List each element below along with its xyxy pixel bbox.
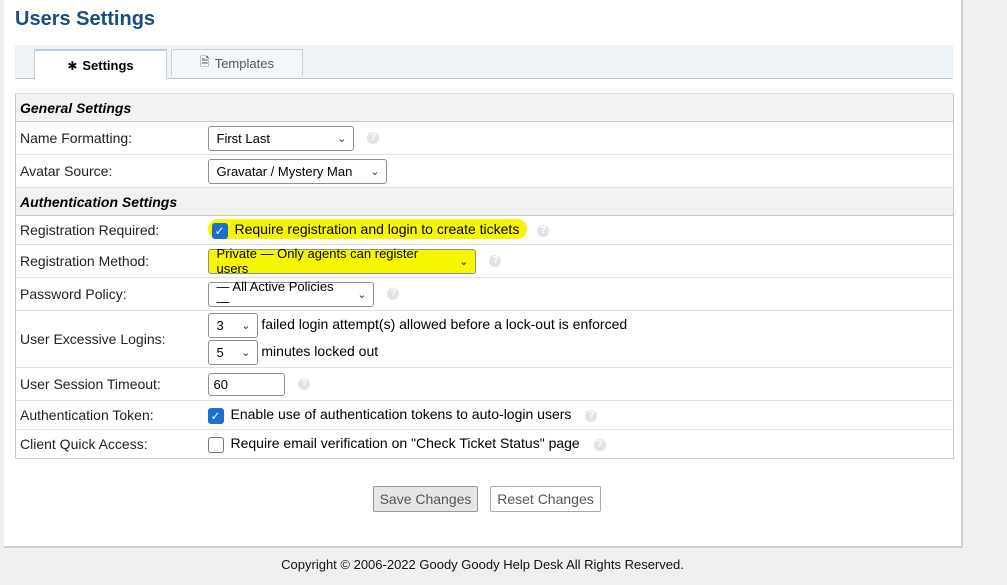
chevron-down-icon: ⌄ bbox=[241, 320, 251, 332]
tab-templates[interactable]: 🗎 Templates bbox=[171, 49, 303, 76]
asterisk-icon: ✱ bbox=[67, 58, 78, 73]
name-formatting-label: Name Formatting: bbox=[15, 121, 204, 155]
row-excessive-logins: User Excessive Logins: 3 ⌄ failed login … bbox=[15, 310, 954, 368]
tab-bar: ✱ Settings 🗎 Templates bbox=[15, 45, 953, 80]
settings-table: General Settings Name Formatting: First … bbox=[15, 93, 954, 459]
quick-access-label: Client Quick Access: bbox=[15, 429, 204, 459]
row-name-formatting: Name Formatting: First Last ⌄ ? bbox=[15, 121, 954, 155]
login-attempts-text: failed login attempt(s) allowed before a… bbox=[261, 316, 628, 333]
row-auth-token: Authentication Token: ✓ Enable use of aut… bbox=[15, 400, 954, 430]
save-button[interactable]: Save Changes bbox=[373, 486, 478, 512]
help-icon[interactable]: ? bbox=[585, 409, 598, 422]
row-password-policy: Password Policy: — All Active Policies —… bbox=[15, 277, 954, 311]
password-policy-label: Password Policy: bbox=[15, 277, 204, 311]
help-icon[interactable]: ? bbox=[593, 438, 606, 451]
excessive-logins-label: User Excessive Logins: bbox=[15, 310, 204, 368]
row-registration-required: Registration Required: ✓ Require registra… bbox=[15, 215, 954, 245]
auth-token-label: Authentication Token: bbox=[15, 400, 204, 430]
reset-button[interactable]: Reset Changes bbox=[490, 486, 601, 512]
tab-templates-label: Templates bbox=[214, 55, 274, 71]
help-icon[interactable]: ? bbox=[537, 224, 550, 237]
row-session-timeout: User Session Timeout: 60 ? bbox=[15, 367, 954, 401]
chevron-down-icon: ⌄ bbox=[357, 288, 367, 301]
auth-token-checkbox[interactable]: ✓ bbox=[207, 407, 224, 424]
help-icon[interactable]: ? bbox=[367, 132, 380, 144]
row-registration-method: Registration Method: Private — Only agen… bbox=[15, 244, 954, 278]
tab-settings-label: Settings bbox=[82, 58, 134, 73]
highlight-mark: ✓ Require registration and login to creat… bbox=[207, 219, 528, 240]
row-quick-access: Client Quick Access: Require email verif… bbox=[15, 429, 954, 459]
chevron-down-icon: ⌄ bbox=[337, 132, 347, 145]
name-formatting-select[interactable]: First Last ⌄ bbox=[207, 125, 354, 151]
quick-access-text: Require email verification on "Check Tic… bbox=[230, 435, 580, 452]
help-icon[interactable]: ? bbox=[298, 378, 311, 390]
footer-copyright: Copyright © 2006-2022 Goody Goody Help D… bbox=[281, 557, 684, 572]
settings-panel: Users Settings ✱ Settings 🗎 Templates Ge… bbox=[4, 0, 963, 548]
help-icon[interactable]: ? bbox=[387, 288, 400, 300]
login-attempts-select[interactable]: 3 ⌄ bbox=[207, 313, 258, 338]
lockout-minutes-select[interactable]: 5 ⌄ bbox=[207, 340, 258, 365]
tab-settings[interactable]: ✱ Settings bbox=[34, 49, 167, 80]
session-timeout-input[interactable]: 60 bbox=[207, 372, 285, 396]
chevron-down-icon: ⌄ bbox=[459, 255, 469, 268]
chevron-down-icon: ⌄ bbox=[241, 347, 251, 359]
quick-access-checkbox[interactable] bbox=[207, 436, 224, 453]
registration-required-label: Registration Required: bbox=[15, 215, 204, 245]
password-policy-select[interactable]: — All Active Policies — ⌄ bbox=[207, 279, 374, 309]
session-timeout-label: User Session Timeout: bbox=[15, 367, 204, 401]
section-header-general: General Settings bbox=[15, 93, 954, 122]
avatar-source-select[interactable]: Gravatar / Mystery Man ⌄ bbox=[207, 158, 387, 184]
registration-required-text: Require registration and login to create… bbox=[234, 221, 520, 238]
registration-method-select[interactable]: Private — Only agents can register users… bbox=[207, 246, 476, 276]
row-avatar-source: Avatar Source: Gravatar / Mystery Man ⌄ bbox=[15, 154, 954, 188]
auth-token-text: Enable use of authentication tokens to a… bbox=[230, 406, 572, 423]
section-header-auth: Authentication Settings bbox=[15, 187, 954, 216]
page-title: Users Settings bbox=[15, 8, 156, 30]
chevron-down-icon: ⌄ bbox=[370, 165, 380, 178]
registration-required-checkbox[interactable]: ✓ bbox=[211, 222, 228, 239]
file-icon: 🗎 bbox=[200, 54, 210, 69]
help-icon[interactable]: ? bbox=[489, 255, 502, 267]
avatar-source-label: Avatar Source: bbox=[15, 154, 204, 188]
lockout-minutes-text: minutes locked out bbox=[261, 343, 379, 360]
registration-method-label: Registration Method: bbox=[15, 244, 204, 278]
